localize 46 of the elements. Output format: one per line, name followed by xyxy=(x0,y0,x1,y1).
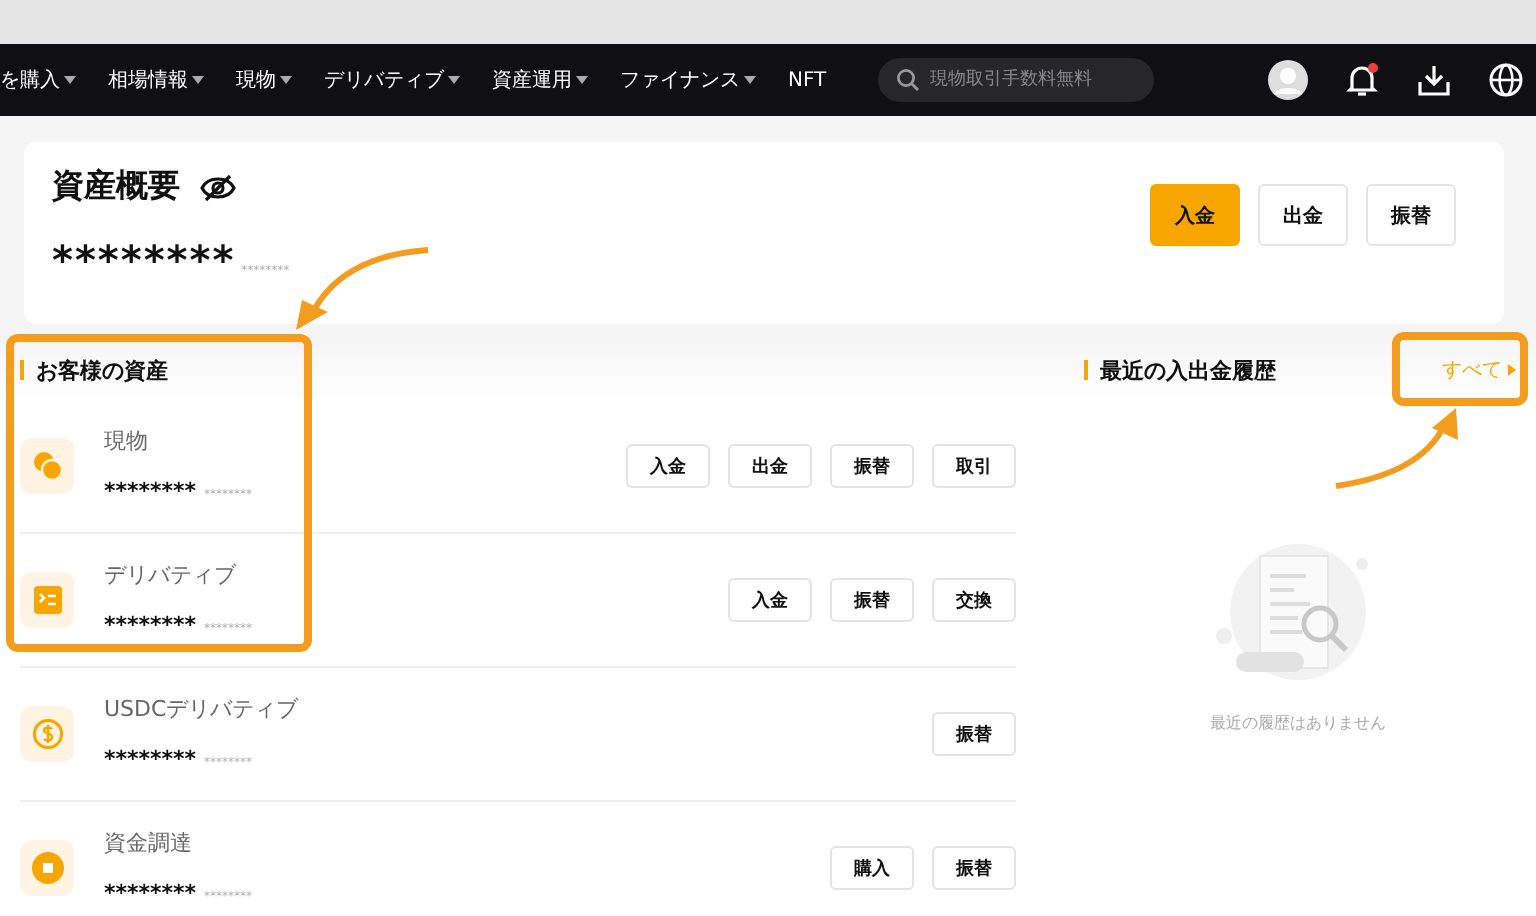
action-button[interactable]: 振替 xyxy=(830,578,914,622)
coins-icon xyxy=(31,450,63,482)
section-title: 最近の入出金履歴 xyxy=(1100,355,1276,385)
avatar-icon[interactable] xyxy=(1268,60,1308,100)
square-coin-icon xyxy=(31,852,63,884)
nav-menu-item[interactable]: 資産運用 xyxy=(492,66,588,94)
nav-menu-item[interactable]: を購入 xyxy=(0,66,76,94)
action-button[interactable]: 振替 xyxy=(1366,184,1456,246)
globe-icon[interactable] xyxy=(1488,62,1524,98)
asset-name: 資金調達 xyxy=(104,828,194,858)
action-button[interactable]: 購入 xyxy=(830,846,914,890)
nav-menu-item[interactable]: 現物 xyxy=(236,66,292,94)
action-button[interactable]: 入金 xyxy=(728,578,812,622)
highlight-frame xyxy=(1392,332,1528,406)
balance-text: ******** xyxy=(104,880,197,906)
action-button[interactable]: 入金 xyxy=(626,444,710,488)
balance-text: ******** xyxy=(104,746,197,772)
action-button[interactable]: 出金 xyxy=(728,444,812,488)
asset-name: デリバティブ xyxy=(104,560,239,590)
nav-menu-item[interactable]: NFT xyxy=(788,66,827,94)
download-icon[interactable] xyxy=(1416,62,1452,98)
nav-menu-item[interactable]: 相場情報 xyxy=(108,66,204,94)
empty-state-text: 最近の履歴はありません xyxy=(1210,712,1386,734)
nav-menu-item[interactable]: デリバティブ xyxy=(324,66,460,94)
nav-menu-item[interactable]: ファイナンス xyxy=(620,66,756,94)
asset-name: USDCデリバティブ xyxy=(104,694,299,724)
section-title: お客様の資産 xyxy=(36,355,168,385)
curved-arrow xyxy=(292,246,432,334)
balance-text: ******** xyxy=(52,236,236,284)
action-button[interactable]: 振替 xyxy=(830,444,914,488)
dollar-coin-icon xyxy=(31,718,63,750)
list-icon xyxy=(33,586,61,614)
primary-button[interactable]: 入金 xyxy=(1150,184,1240,246)
action-button[interactable]: 振替 xyxy=(932,712,1016,756)
bell-icon[interactable] xyxy=(1344,62,1380,98)
curved-arrow xyxy=(1332,406,1464,490)
eye-slash-icon[interactable] xyxy=(200,173,236,201)
action-button[interactable]: 出金 xyxy=(1258,184,1348,246)
balance-text: ******** xyxy=(104,478,197,504)
overview-title: 資産概要 xyxy=(52,166,180,208)
asset-name: 現物 xyxy=(104,426,150,456)
action-button[interactable]: 交換 xyxy=(932,578,1016,622)
action-button[interactable]: 取引 xyxy=(932,444,1016,488)
balance-text: ******** xyxy=(104,612,197,638)
search-field[interactable]: 現物取引手数料無料 xyxy=(878,58,1155,102)
action-button[interactable]: 振替 xyxy=(932,846,1016,890)
